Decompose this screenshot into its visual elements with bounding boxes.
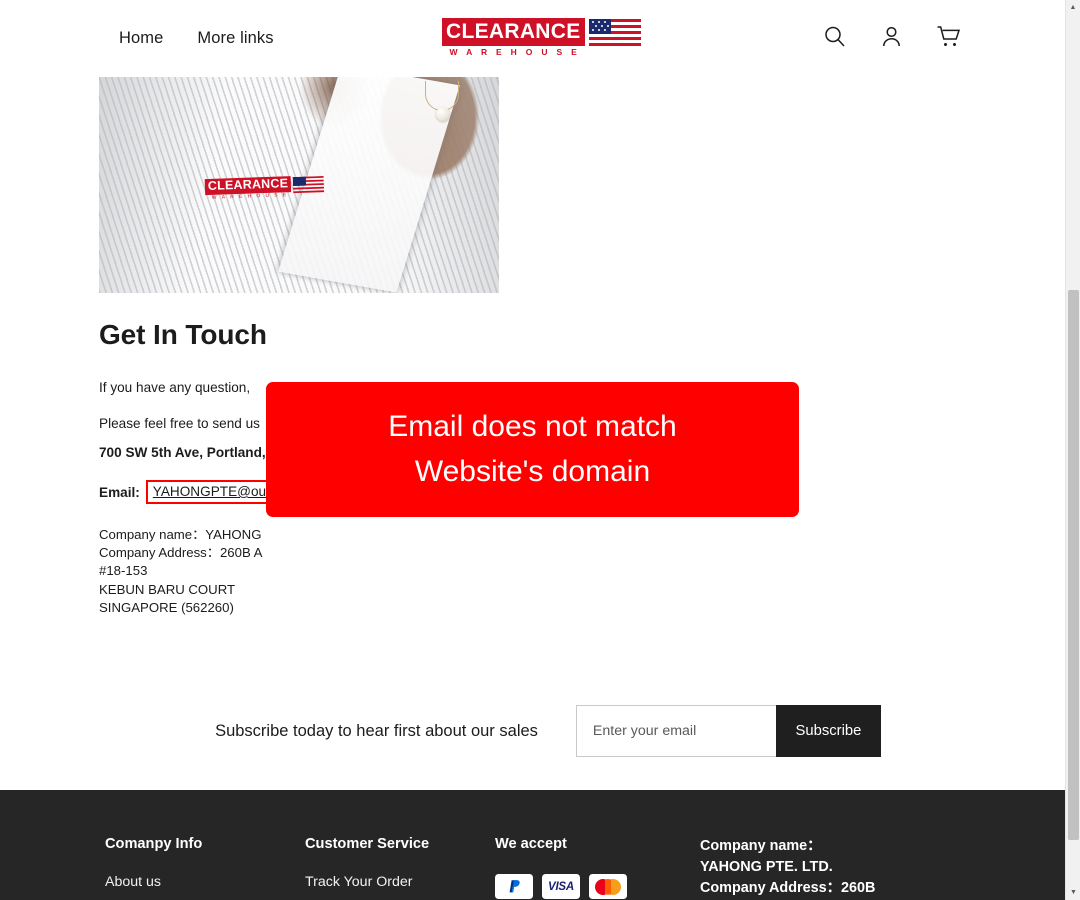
- newsletter-copy: Subscribe today to hear first about our …: [215, 721, 538, 740]
- company-name-line: Company name：YAHONG: [99, 527, 262, 543]
- footer-heading-customer-service: Customer Service: [305, 836, 430, 853]
- newsletter-email-input[interactable]: [575, 705, 776, 758]
- newsletter-form: Subscribe: [575, 705, 881, 758]
- main-navigation: Home More links: [119, 29, 274, 48]
- page-title: Get In Touch: [99, 319, 267, 350]
- scroll-down-arrow[interactable]: ▼: [1066, 885, 1080, 900]
- hero-photo: CLEARANCE W A R E H O U S E: [99, 77, 499, 293]
- header-icon-group: [822, 24, 962, 49]
- footer-columns: Comanpy Info About us Contact us Terms &…: [0, 836, 1065, 900]
- footer-column-we-accept: We accept VISA: [495, 836, 700, 900]
- footer-company-name-label: Company name：: [700, 838, 822, 855]
- footer-link-track-order[interactable]: Track Your Order: [305, 874, 495, 890]
- payment-methods: VISA: [495, 874, 700, 900]
- site-logo[interactable]: CLEARANCE W A R E H O U S E: [442, 18, 641, 57]
- us-flag-icon: [588, 19, 641, 46]
- shirt-us-flag-icon: [292, 175, 325, 194]
- footer-company-address-label: Company Address：260B: [700, 880, 876, 897]
- company-address-line: Company Address：260B A: [99, 545, 263, 561]
- email-highlight-box: YAHONGPTE@out: [145, 480, 277, 505]
- company-address-block: Company name：YAHONG Company Address：260B…: [99, 526, 1065, 617]
- email-label: Email:: [99, 484, 140, 500]
- subscribe-button[interactable]: Subscribe: [775, 705, 881, 758]
- vertical-scrollbar[interactable]: ▲ ▼: [1065, 0, 1080, 900]
- site-header: Home More links CLEARANCE W A R E H O U …: [0, 0, 1065, 77]
- company-country-line: SINGAPORE (562260): [99, 599, 234, 615]
- footer-column-company-details: Company name： YAHONG PTE. LTD. Company A…: [700, 836, 950, 900]
- email-link[interactable]: YAHONGPTE@out: [153, 484, 270, 499]
- visa-icon: VISA: [542, 874, 580, 900]
- contact-section: Get In Touch If you have any question, P…: [99, 293, 1065, 758]
- footer-heading-company-info: Comanpy Info: [105, 836, 203, 853]
- nav-link-home[interactable]: Home: [119, 29, 163, 48]
- search-icon[interactable]: [822, 24, 847, 49]
- pearl-pendant: [436, 107, 450, 121]
- error-banner-message: Email does not match Website's domain: [388, 410, 677, 488]
- site-footer: Comanpy Info About us Contact us Terms &…: [0, 790, 1065, 900]
- footer-column-customer-service: Customer Service Track Your Order Return…: [305, 836, 495, 900]
- logo-sub-text: W A R E H O U S E: [449, 47, 581, 57]
- account-icon[interactable]: [879, 24, 904, 49]
- logo-wordmark: CLEARANCE W A R E H O U S E: [442, 18, 585, 57]
- scroll-up-arrow[interactable]: ▲: [1066, 0, 1080, 15]
- footer-company-name-value: YAHONG PTE. LTD.: [700, 859, 833, 876]
- visa-label: VISA: [547, 880, 575, 893]
- error-banner: Email does not match Website's domain: [266, 382, 799, 517]
- us-address-bold: 700 SW 5th Ave, Portland,: [99, 444, 266, 460]
- company-unit-line: #18-153: [99, 563, 148, 579]
- scrollbar-thumb[interactable]: [1068, 290, 1079, 840]
- newsletter-section: Subscribe today to hear first about our …: [99, 705, 1065, 758]
- hero-product-image: CLEARANCE W A R E H O U S E: [99, 77, 499, 293]
- footer-heading-we-accept: We accept: [495, 836, 567, 853]
- footer-link-about-us[interactable]: About us: [105, 874, 305, 890]
- footer-company-block: Company name： YAHONG PTE. LTD. Company A…: [700, 836, 950, 900]
- cart-icon[interactable]: [936, 24, 962, 49]
- paypal-icon: [495, 874, 533, 900]
- nav-link-more-links[interactable]: More links: [197, 29, 273, 48]
- mastercard-icon: [589, 874, 627, 900]
- footer-column-company-info: Comanpy Info About us Contact us Terms &…: [105, 836, 305, 900]
- shirt-embroidered-logo: CLEARANCE W A R E H O U S E: [204, 175, 325, 201]
- company-court-line: KEBUN BARU COURT: [99, 581, 236, 597]
- logo-main-text: CLEARANCE: [442, 18, 585, 46]
- browser-viewport: Home More links CLEARANCE W A R E H O U …: [0, 0, 1065, 900]
